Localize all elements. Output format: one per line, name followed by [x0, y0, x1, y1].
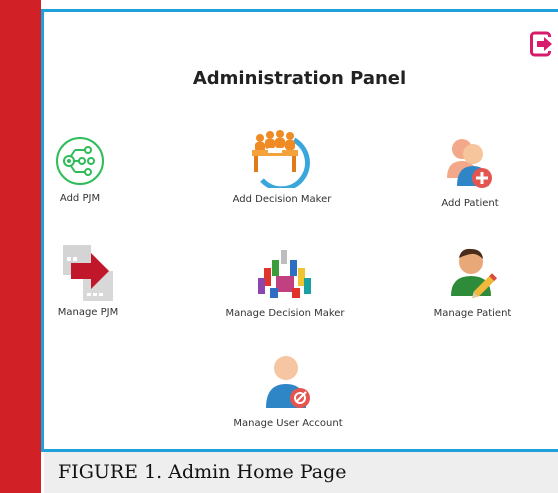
left-accent-bar: [0, 0, 41, 493]
add-pjm-tile[interactable]: Add PJM: [50, 135, 110, 204]
add-decision-maker-tile[interactable]: Add Decision Maker: [212, 128, 352, 205]
figure-caption: FIGURE 1. Admin Home Page: [58, 461, 347, 483]
figure-caption-bar: FIGURE 1. Admin Home Page: [44, 452, 558, 493]
manage-pjm-tile[interactable]: Manage PJM: [48, 241, 128, 318]
page-title: Administration Panel: [192, 68, 407, 89]
manage-decision-maker-tile[interactable]: Manage Decision Maker: [205, 246, 365, 319]
team-meeting-icon: [252, 130, 310, 188]
manage-user-account-tile[interactable]: Manage User Account: [218, 352, 358, 429]
tile-label: Manage Decision Maker: [225, 308, 345, 319]
pjm-network-icon: [56, 137, 104, 185]
tile-label: Manage Patient: [433, 308, 512, 319]
transfer-arrow-icon: [63, 245, 113, 301]
user-settings-icon: [266, 356, 310, 408]
manage-patient-tile[interactable]: Manage Patient: [420, 244, 525, 319]
tile-label: Add PJM: [59, 193, 101, 204]
add-user-icon: [447, 139, 492, 188]
tile-label: Add Decision Maker: [232, 194, 332, 205]
logout-icon: [530, 31, 554, 57]
people-group-icon: [258, 250, 311, 298]
logout-button[interactable]: [530, 29, 554, 59]
add-patient-tile[interactable]: Add Patient: [430, 134, 510, 209]
tile-label: Add Patient: [441, 198, 499, 209]
user-edit-icon: [450, 248, 497, 299]
tile-label: Manage PJM: [57, 307, 119, 318]
tile-label: Manage User Account: [233, 418, 343, 429]
